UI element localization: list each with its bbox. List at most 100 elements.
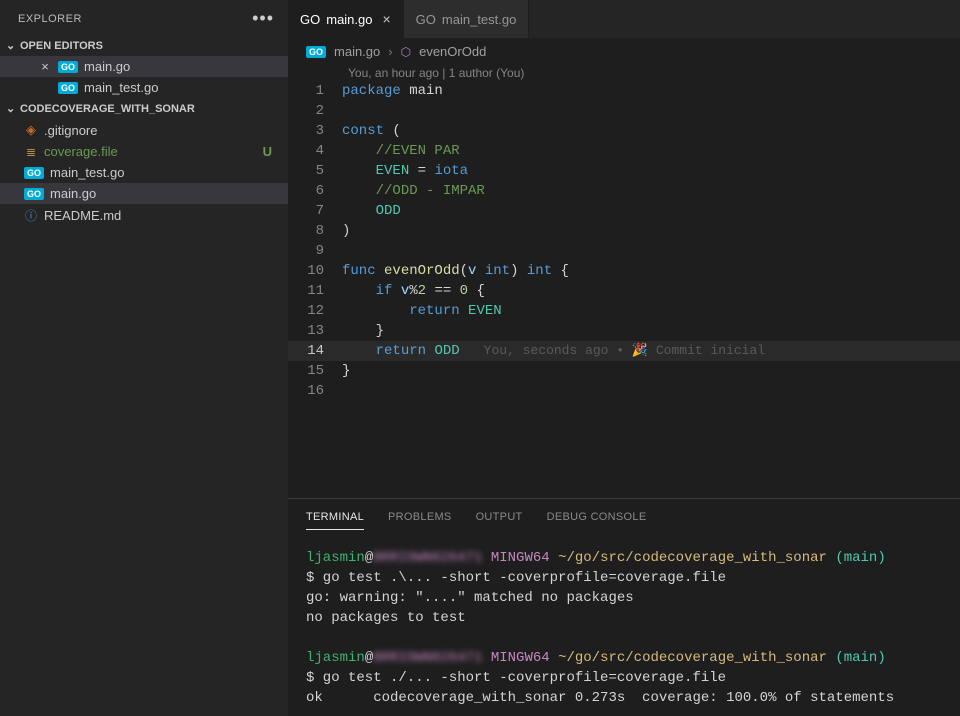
code-content[interactable]: //ODD - IMPAR: [342, 181, 485, 201]
line-number: 8: [288, 221, 342, 241]
code-line[interactable]: 8): [288, 221, 960, 241]
editor-tabs: GO main.go × GO main_test.go: [288, 0, 960, 38]
go-lang-icon: GO: [306, 46, 326, 58]
code-line[interactable]: 4 //EVEN PAR: [288, 141, 960, 161]
code-line[interactable]: 11 if v%2 == 0 {: [288, 281, 960, 301]
code-content[interactable]: ): [342, 221, 350, 241]
file-item-coverage[interactable]: ≣ coverage.file U: [0, 141, 288, 162]
line-number: 3: [288, 121, 342, 141]
panel-tab-problems[interactable]: PROBLEMS: [388, 511, 452, 530]
git-blame-annotation: You, seconds ago • 🎉 Commit inicial: [484, 341, 765, 361]
code-line[interactable]: 1package main: [288, 81, 960, 101]
git-status-badge: U: [263, 144, 282, 159]
codelens[interactable]: You, an hour ago | 1 author (You): [288, 65, 960, 81]
code-content[interactable]: EVEN = iota: [342, 161, 468, 181]
line-number: 10: [288, 261, 342, 281]
line-number: 5: [288, 161, 342, 181]
line-number: 15: [288, 361, 342, 381]
breadcrumb-file[interactable]: main.go: [334, 44, 380, 59]
code-line[interactable]: 10func evenOrOdd(v int) int {: [288, 261, 960, 281]
line-number: 14: [288, 341, 342, 361]
go-lang-icon: GO: [58, 61, 78, 73]
code-line[interactable]: 6 //ODD - IMPAR: [288, 181, 960, 201]
breadcrumb-symbol[interactable]: evenOrOdd: [419, 44, 486, 59]
git-icon: ◈: [24, 122, 38, 138]
bottom-panel: TERMINAL PROBLEMS OUTPUT DEBUG CONSOLE l…: [288, 498, 960, 716]
tab-label: main_test.go: [442, 12, 516, 27]
go-lang-icon: GO: [58, 82, 78, 94]
chevron-down-icon: ⌄: [6, 39, 20, 52]
line-number: 1: [288, 81, 342, 101]
code-content[interactable]: package main: [342, 81, 443, 101]
code-content[interactable]: func evenOrOdd(v int) int {: [342, 261, 569, 281]
editor-area: GO main.go × GO main_test.go GO main.go …: [288, 0, 960, 716]
go-lang-icon: GO: [24, 188, 44, 200]
code-editor[interactable]: 1package main23const (4 //EVEN PAR5 EVEN…: [288, 81, 960, 411]
panel-tab-output[interactable]: OUTPUT: [476, 511, 523, 530]
file-label: .gitignore: [44, 123, 97, 138]
line-number: 16: [288, 381, 342, 401]
file-label: main_test.go: [50, 165, 124, 180]
go-lang-icon: GO: [300, 12, 320, 27]
explorer-title: EXPLORER: [18, 13, 82, 25]
file-item-readme[interactable]: ⓘ README.md: [0, 204, 288, 227]
chevron-down-icon: ⌄: [6, 102, 20, 115]
close-editor-icon[interactable]: ×: [38, 59, 52, 74]
open-editor-item[interactable]: × GO main.go: [0, 56, 288, 77]
panel-tab-terminal[interactable]: TERMINAL: [306, 511, 364, 530]
panel-tab-debug[interactable]: DEBUG CONSOLE: [547, 511, 647, 530]
code-content[interactable]: return ODD: [342, 341, 460, 361]
breadcrumb[interactable]: GO main.go › ⬡ evenOrOdd: [288, 38, 960, 65]
open-editors-label: OPEN EDITORS: [20, 40, 103, 52]
tab-main-test-go[interactable]: GO main_test.go: [404, 0, 530, 38]
code-line[interactable]: 15}: [288, 361, 960, 381]
file-label: README.md: [44, 208, 121, 223]
line-number: 13: [288, 321, 342, 341]
line-number: 12: [288, 301, 342, 321]
file-item-gitignore[interactable]: ◈ .gitignore: [0, 119, 288, 141]
editor-item-label: main.go: [84, 59, 130, 74]
terminal-output[interactable]: ljasmin@BRRIOWN026471 MINGW64 ~/go/src/c…: [288, 534, 960, 716]
symbol-icon: ⬡: [401, 45, 411, 59]
go-lang-icon: GO: [24, 167, 44, 179]
code-line[interactable]: 13 }: [288, 321, 960, 341]
explorer-sidebar: EXPLORER ••• ⌄ OPEN EDITORS × GO main.go…: [0, 0, 288, 716]
chevron-right-icon: ›: [388, 44, 392, 59]
tab-label: main.go: [326, 12, 372, 27]
file-item-maintest[interactable]: GO main_test.go: [0, 162, 288, 183]
code-line[interactable]: 12 return EVEN: [288, 301, 960, 321]
line-number: 9: [288, 241, 342, 261]
file-item-main[interactable]: GO main.go: [0, 183, 288, 204]
file-label: main.go: [50, 186, 96, 201]
code-line[interactable]: 5 EVEN = iota: [288, 161, 960, 181]
code-content[interactable]: return EVEN: [342, 301, 502, 321]
file-label: coverage.file: [44, 144, 118, 159]
code-line[interactable]: 7 ODD: [288, 201, 960, 221]
explorer-more-icon[interactable]: •••: [252, 8, 274, 29]
code-content[interactable]: if v%2 == 0 {: [342, 281, 485, 301]
code-line[interactable]: 16: [288, 381, 960, 401]
line-number: 6: [288, 181, 342, 201]
line-number: 11: [288, 281, 342, 301]
code-line[interactable]: 14 return ODD You, seconds ago • 🎉 Commit…: [288, 341, 960, 361]
folder-header[interactable]: ⌄ CODECOVERAGE_WITH_SONAR: [0, 98, 288, 119]
open-editors-header[interactable]: ⌄ OPEN EDITORS: [0, 35, 288, 56]
code-line[interactable]: 3const (: [288, 121, 960, 141]
code-line[interactable]: 9: [288, 241, 960, 261]
line-number: 7: [288, 201, 342, 221]
code-content[interactable]: }: [342, 361, 350, 381]
code-content[interactable]: const (: [342, 121, 401, 141]
close-tab-icon[interactable]: ×: [382, 11, 390, 27]
open-editor-item[interactable]: × GO main_test.go: [0, 77, 288, 98]
code-line[interactable]: 2: [288, 101, 960, 121]
explorer-header: EXPLORER •••: [0, 0, 288, 35]
file-icon: ≣: [24, 145, 38, 159]
code-content[interactable]: ODD: [342, 201, 401, 221]
code-content[interactable]: }: [342, 321, 384, 341]
editor-item-label: main_test.go: [84, 80, 158, 95]
code-content[interactable]: //EVEN PAR: [342, 141, 460, 161]
tab-main-go[interactable]: GO main.go ×: [288, 0, 404, 38]
panel-tabs: TERMINAL PROBLEMS OUTPUT DEBUG CONSOLE: [288, 505, 960, 534]
go-lang-icon: GO: [416, 12, 436, 27]
line-number: 2: [288, 101, 342, 121]
